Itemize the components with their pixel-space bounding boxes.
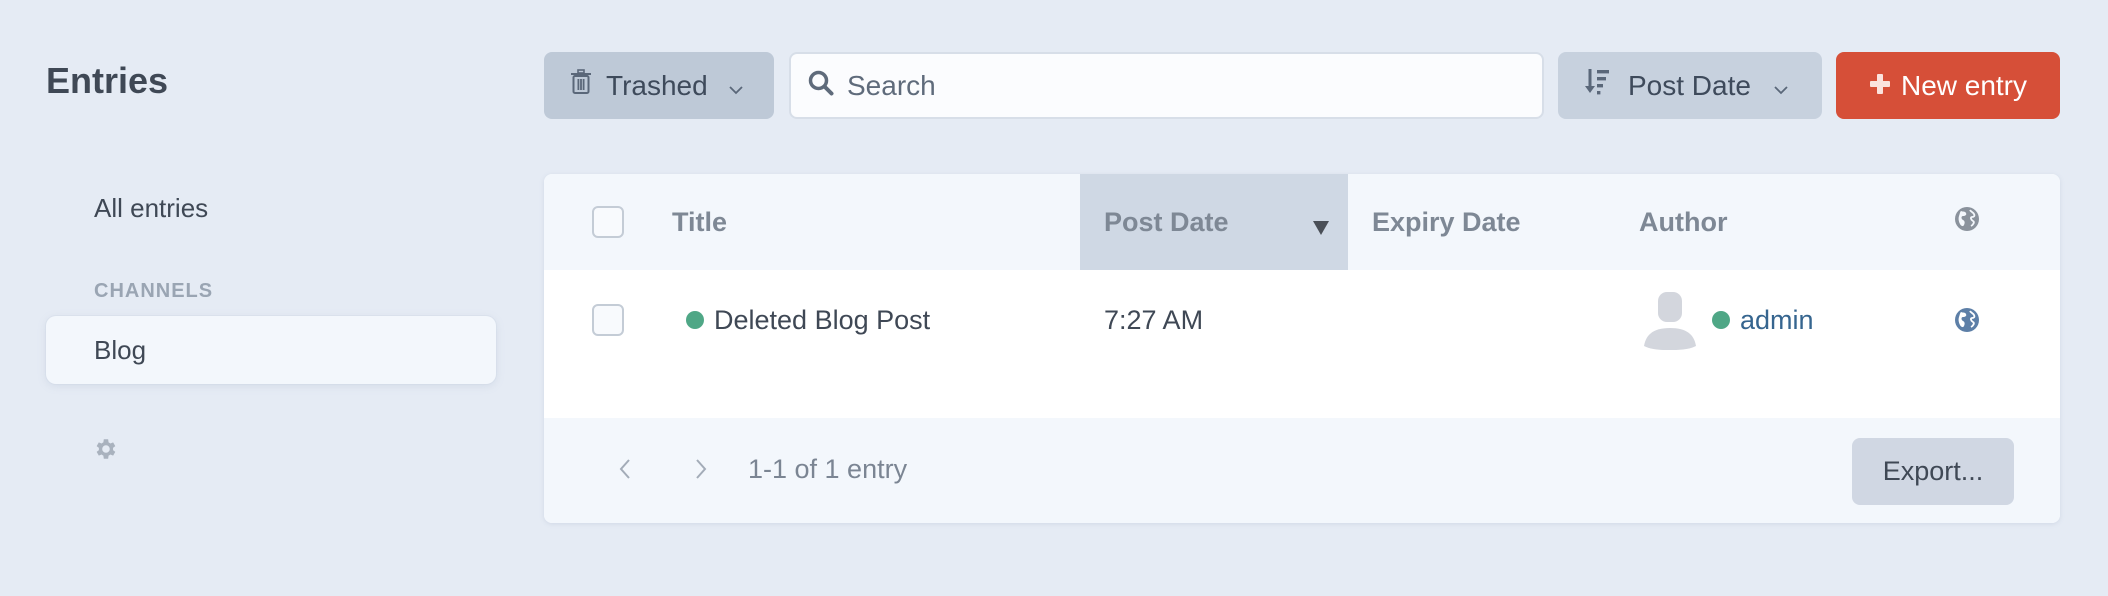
column-header-author[interactable]: Author	[1639, 174, 1889, 270]
sidebar-heading-channels: CHANNELS	[94, 280, 214, 302]
table-footer: 1-1 of 1 entry Export...	[544, 418, 2060, 523]
chevron-down-icon	[728, 70, 744, 102]
table-header: Title Post Date Expiry Date Author	[544, 174, 2060, 270]
new-entry-button[interactable]: New entry	[1836, 52, 2060, 119]
search-input[interactable]	[847, 69, 1527, 102]
author-cell: admin	[1642, 270, 1942, 370]
entry-title[interactable]: Deleted Blog Post	[714, 305, 930, 336]
status-filter-button[interactable]: Trashed	[544, 52, 774, 119]
search-icon	[807, 69, 835, 102]
table-row[interactable]: Deleted Blog Post 7:27 AM admin	[544, 270, 2060, 418]
sidebar-item-all-entries[interactable]: All entries	[94, 193, 208, 224]
sort-button[interactable]: Post Date	[1558, 52, 1822, 119]
entries-page: Entries All entries CHANNELS Blog Trashe…	[0, 0, 2108, 596]
sidebar-item-blog[interactable]: Blog	[46, 316, 496, 384]
status-indicator	[686, 311, 704, 329]
globe-icon[interactable]	[1954, 307, 1980, 333]
next-page-button[interactable]	[686, 454, 716, 488]
search-field[interactable]	[789, 52, 1544, 119]
column-header-expiry-date[interactable]: Expiry Date	[1372, 174, 1622, 270]
chevron-left-icon	[618, 458, 632, 485]
row-checkbox[interactable]	[592, 304, 624, 336]
column-header-site[interactable]	[1954, 174, 1994, 270]
sidebar-item-label: Blog	[94, 334, 147, 365]
export-button[interactable]: Export...	[1852, 438, 2014, 505]
trash-icon	[570, 69, 592, 102]
column-header-title[interactable]: Title	[672, 174, 1072, 270]
expiry-date-cell	[1372, 270, 1622, 370]
previous-page-button[interactable]	[610, 454, 640, 488]
column-header-post-date[interactable]: Post Date	[1080, 174, 1348, 270]
author-status-indicator	[1712, 311, 1730, 329]
chevron-right-icon	[694, 458, 708, 485]
pagination-summary: 1-1 of 1 entry	[748, 454, 908, 484]
avatar	[1642, 290, 1698, 350]
site-cell	[1954, 270, 1994, 370]
globe-icon	[1954, 206, 1980, 239]
sort-label: Post Date	[1628, 69, 1751, 101]
new-entry-label: New entry	[1900, 69, 2028, 101]
page-title: Entries	[46, 60, 169, 101]
chevron-down-icon	[1773, 70, 1789, 102]
select-all-checkbox[interactable]	[592, 206, 624, 238]
entries-table: Title Post Date Expiry Date Author Delet…	[544, 174, 2060, 523]
author-link[interactable]: admin	[1740, 305, 1814, 336]
plus-icon	[1869, 70, 1891, 102]
status-filter-label: Trashed	[606, 69, 708, 101]
entry-title-cell[interactable]: Deleted Blog Post	[686, 270, 1066, 370]
sort-desc-arrow-icon	[1312, 212, 1330, 243]
post-date-cell: 7:27 AM	[1104, 304, 1204, 335]
sort-descending-icon	[1584, 67, 1612, 104]
gear-icon[interactable]	[92, 436, 118, 462]
